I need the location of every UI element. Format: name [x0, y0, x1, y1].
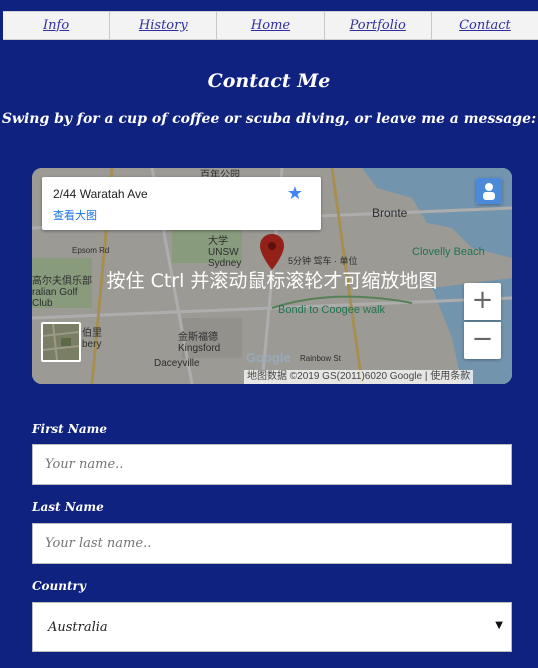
google-logo: Google — [246, 350, 291, 365]
zoom-out-button[interactable]: − — [464, 322, 501, 359]
nav-item-portfolio[interactable]: Portfolio — [323, 12, 431, 39]
last-name-label: Last Name — [32, 500, 104, 514]
top-strip — [0, 0, 538, 11]
map-info-card: 2/44 Waratah Ave 查看大图 ★ — [42, 177, 321, 230]
top-nav: Info History Home Portfolio Contact — [3, 11, 538, 40]
first-name-label: First Name — [32, 422, 107, 436]
map-attribution[interactable]: 地图数据 ©2019 GS(2011)6020 Google | 使用条款 — [244, 370, 474, 384]
page-subtitle: Swing by for a cup of coffee or scuba di… — [1, 111, 537, 127]
nav-item-home[interactable]: Home — [216, 12, 323, 39]
zoom-in-button[interactable]: + — [464, 283, 501, 320]
country-selected-value: Australia — [48, 620, 108, 635]
nav-item-history[interactable]: History — [109, 12, 216, 39]
map-embed[interactable]: 百年公园 Bronte Clovelly Beach 大学 UNSW Sydne… — [32, 168, 512, 384]
map-zoom-hint: 按住 Ctrl 并滚动鼠标滚轮才可缩放地图 — [106, 270, 438, 292]
last-name-field[interactable] — [32, 523, 512, 564]
first-name-field[interactable] — [32, 444, 512, 485]
satellite-toggle-thumbnail[interactable] — [41, 322, 81, 362]
country-select[interactable]: Australia ▼ — [32, 602, 512, 652]
view-larger-map-link[interactable]: 查看大图 — [53, 207, 97, 223]
dropdown-arrow-icon: ▼ — [495, 620, 503, 631]
street-view-pegman-icon[interactable] — [476, 178, 502, 204]
save-star-icon[interactable]: ★ — [287, 183, 303, 204]
nav-item-contact[interactable]: Contact — [430, 12, 538, 39]
nav-item-info[interactable]: Info — [3, 12, 109, 39]
map-address: 2/44 Waratah Ave — [53, 187, 148, 201]
country-label: Country — [32, 579, 86, 593]
page-title: Contact Me — [207, 70, 331, 92]
